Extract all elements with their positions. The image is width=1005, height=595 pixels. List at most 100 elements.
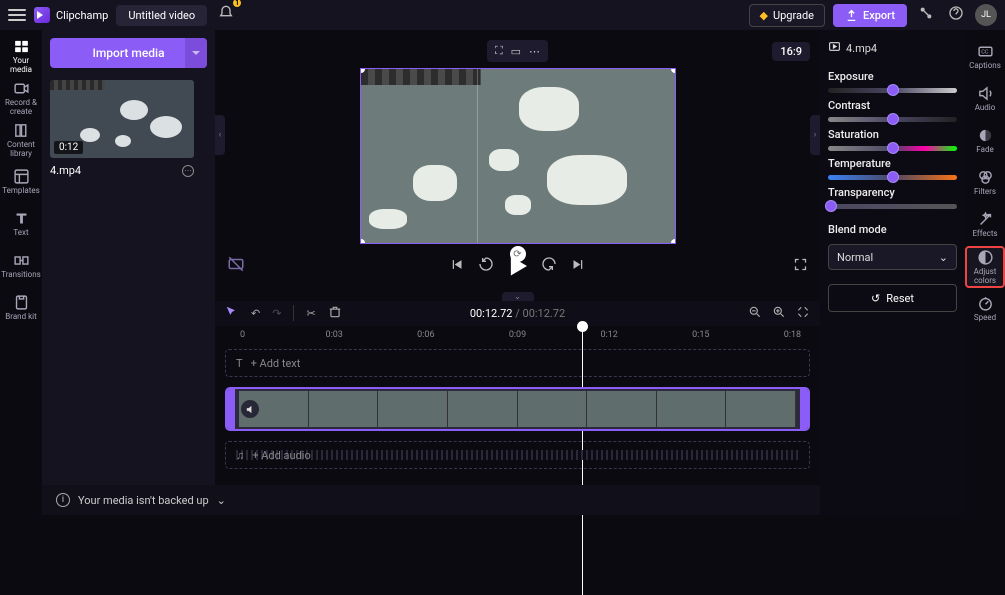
- resize-handle-se[interactable]: [671, 239, 676, 244]
- slider-label-transparency: Transparency: [828, 186, 957, 199]
- left-rail-templates[interactable]: Templates: [1, 162, 41, 202]
- reset-label: Reset: [886, 292, 914, 305]
- rail-label: Your media: [1, 57, 41, 75]
- stage-more-icon[interactable]: ⋯: [529, 45, 540, 58]
- ruler-tick: 0: [240, 330, 245, 340]
- app-logo[interactable]: Clipchamp: [34, 7, 108, 23]
- slider-knob[interactable]: [887, 113, 899, 125]
- temperature-slider[interactable]: [828, 175, 957, 180]
- blend-mode-select[interactable]: Normal ⌄: [828, 244, 957, 270]
- left-rail-library[interactable]: Content library: [1, 120, 41, 160]
- right-rail-fade[interactable]: Fade: [965, 120, 1005, 162]
- fit-icon[interactable]: ▭: [511, 45, 521, 58]
- skip-end-icon[interactable]: [571, 257, 586, 276]
- left-rail-record[interactable]: Record & create: [1, 78, 41, 118]
- cinematic-toggle-icon[interactable]: [227, 255, 245, 277]
- right-rail-filters[interactable]: Filters: [965, 162, 1005, 204]
- resize-handle-ne[interactable]: [671, 68, 676, 73]
- slider-label-temperature: Temperature: [828, 157, 957, 170]
- ruler-tick: 0:15: [692, 330, 709, 340]
- right-rail-adjust[interactable]: Adjust colors: [965, 246, 1005, 288]
- exposure-slider[interactable]: [828, 88, 957, 93]
- split-icon[interactable]: ✂: [306, 307, 315, 320]
- slider-knob[interactable]: [887, 171, 899, 183]
- info-icon: i: [56, 493, 70, 507]
- zoom-fit-icon[interactable]: [796, 305, 810, 322]
- text-track-label: + Add text: [251, 357, 301, 370]
- rail-label: Fade: [976, 146, 993, 155]
- upload-icon: [845, 9, 858, 22]
- audio-icon: [977, 85, 994, 102]
- left-rail-text[interactable]: Text: [1, 204, 41, 244]
- templates-icon: [13, 168, 30, 185]
- avatar-initials: JL: [981, 10, 991, 20]
- left-rail-transitions[interactable]: Transitions: [1, 246, 41, 286]
- text-track-placeholder[interactable]: T + Add text: [225, 349, 810, 377]
- resize-handle-sw[interactable]: [360, 239, 365, 244]
- slider-knob[interactable]: [825, 200, 837, 212]
- crop-icon[interactable]: ⛶: [495, 44, 503, 58]
- chevron-down-icon[interactable]: ⌄: [217, 494, 226, 507]
- blend-mode-label: Blend mode: [828, 223, 957, 236]
- notifications-icon[interactable]: 1: [215, 2, 237, 28]
- delete-clip-icon[interactable]: [328, 305, 342, 322]
- reset-button[interactable]: ↺ Reset: [828, 284, 957, 312]
- slider-label-saturation: Saturation: [828, 128, 957, 141]
- thumbnail-options-icon[interactable]: ⋯: [182, 165, 194, 177]
- ruler-tick: 0:06: [417, 330, 434, 340]
- transitions-icon: [13, 252, 30, 269]
- menu-button[interactable]: [8, 9, 26, 21]
- transparency-slider[interactable]: [828, 204, 957, 209]
- project-title-input[interactable]: Untitled video: [116, 5, 207, 26]
- right-rail-cc[interactable]: CCCaptions: [965, 36, 1005, 78]
- aspect-ratio-selector[interactable]: 16:9: [772, 42, 810, 61]
- right-rail-speed[interactable]: Speed: [965, 288, 1005, 330]
- timeline-collapse-tab[interactable]: ⌄: [502, 292, 534, 301]
- ruler-tick: 0:12: [600, 330, 617, 340]
- slider-label-exposure: Exposure: [828, 70, 957, 83]
- export-button[interactable]: Export: [833, 4, 907, 27]
- speed-icon: [977, 295, 994, 312]
- zoom-in-icon[interactable]: [772, 305, 786, 322]
- rail-label: Effects: [972, 230, 997, 239]
- integrations-icon[interactable]: [915, 2, 937, 28]
- record-icon: [13, 80, 30, 97]
- import-dropdown-caret[interactable]: [185, 38, 207, 68]
- timeline-ruler[interactable]: 00:030:060:090:120:150:18: [225, 326, 810, 344]
- brand-name: Clipchamp: [56, 9, 108, 22]
- preview-canvas[interactable]: [360, 68, 676, 244]
- clip-trim-left-handle[interactable]: [227, 389, 235, 429]
- help-icon[interactable]: [945, 2, 967, 28]
- clip-trim-right-handle[interactable]: [800, 389, 808, 429]
- fullscreen-icon[interactable]: [793, 257, 808, 276]
- forward-icon[interactable]: [541, 256, 557, 276]
- left-rail-brand[interactable]: Brand kit: [1, 288, 41, 328]
- audio-track-placeholder[interactable]: ♫ + Add audio: [225, 441, 810, 469]
- user-avatar[interactable]: JL: [975, 4, 997, 26]
- slider-knob[interactable]: [887, 142, 899, 154]
- skip-start-icon[interactable]: [449, 257, 464, 276]
- magic-select-icon[interactable]: [225, 305, 239, 322]
- upgrade-button[interactable]: ◆ Upgrade: [749, 4, 826, 27]
- right-rail-audio[interactable]: Audio: [965, 78, 1005, 120]
- import-media-button[interactable]: Import media: [50, 38, 207, 68]
- undo-icon[interactable]: ↶: [251, 307, 260, 320]
- play-button[interactable]: [508, 257, 527, 276]
- zoom-out-icon[interactable]: [748, 305, 762, 322]
- video-clip[interactable]: [225, 387, 810, 431]
- text-icon: [13, 210, 30, 227]
- media-thumbnail[interactable]: 0:12: [50, 80, 194, 158]
- saturation-slider[interactable]: [828, 146, 957, 151]
- brand-icon: [13, 294, 30, 311]
- rail-label: Text: [13, 229, 28, 238]
- slider-knob[interactable]: [887, 84, 899, 96]
- rewind-icon[interactable]: [478, 256, 494, 276]
- clip-volume-icon[interactable]: [241, 400, 259, 418]
- left-rail-media[interactable]: Your media: [1, 36, 41, 76]
- right-rail-effects[interactable]: Effects: [965, 204, 1005, 246]
- media-icon: [13, 38, 30, 55]
- ruler-tick: 0:18: [784, 330, 801, 340]
- rail-label: Brand kit: [5, 313, 36, 322]
- redo-icon[interactable]: ↷: [272, 307, 281, 320]
- contrast-slider[interactable]: [828, 117, 957, 122]
